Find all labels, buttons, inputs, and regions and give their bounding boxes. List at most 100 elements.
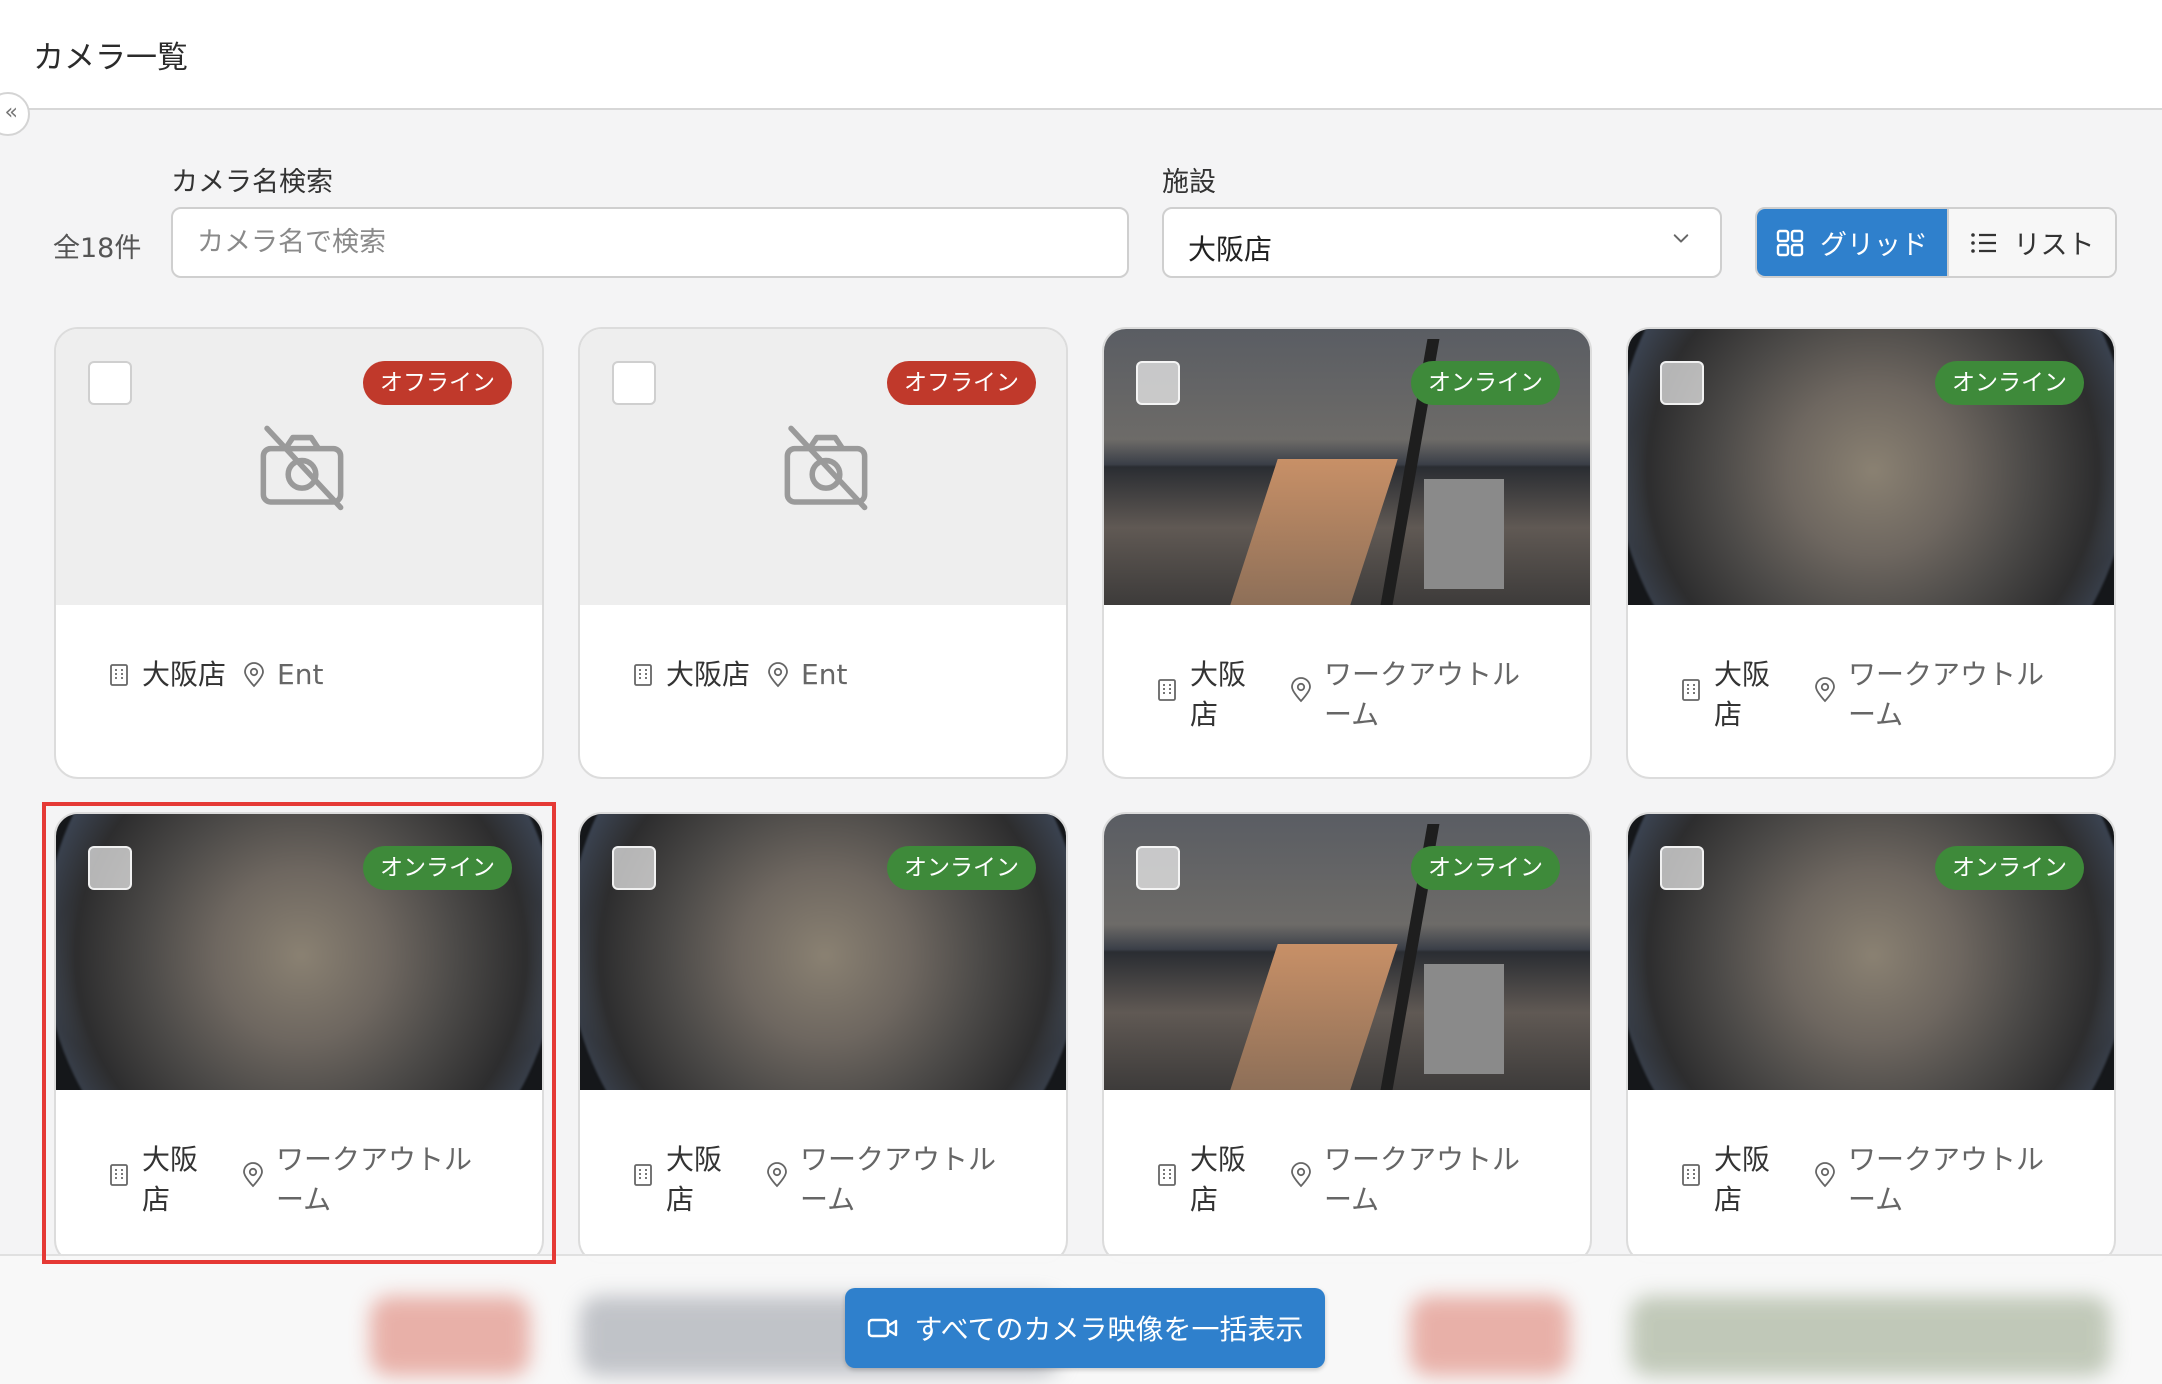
camera-select-checkbox[interactable]: [88, 846, 132, 890]
building-icon: [110, 664, 128, 686]
facility-meta: 大阪店: [1154, 655, 1248, 735]
building-icon: [634, 664, 652, 686]
facility-name: 大阪店: [142, 658, 227, 691]
camera-select-checkbox[interactable]: [612, 846, 656, 890]
location-pin-icon: [1291, 1162, 1311, 1188]
location-pin-icon: [1815, 677, 1835, 703]
building-icon: [1158, 679, 1176, 701]
grid-view-label: グリッド: [1820, 230, 1928, 261]
building-icon: [1682, 679, 1700, 701]
status-badge: オンライン: [887, 846, 1036, 890]
facility-meta: 大阪店: [630, 1140, 724, 1220]
camera-card[interactable]: オンライン 大阪店 ワークアウトルーム: [1626, 327, 2116, 779]
camera-select-checkbox[interactable]: [1136, 361, 1180, 405]
camera-off-icon: [260, 425, 344, 511]
location-pin-icon: [243, 1162, 263, 1188]
location-pin-icon: [1291, 677, 1311, 703]
facility-name: 大阪店: [1190, 658, 1247, 731]
camera-off-icon: [784, 425, 868, 511]
facility-meta: 大阪店: [630, 655, 750, 695]
chevron-down-icon: [1673, 234, 1689, 243]
facility-name: 大阪店: [142, 1143, 199, 1216]
list-view-button[interactable]: リスト: [1947, 209, 2115, 276]
camera-info: 大阪店 Ent: [56, 605, 542, 777]
view-all-cameras-label: すべてのカメラ映像を一括表示: [914, 1313, 1304, 1346]
facility-name: 大阪店: [1714, 658, 1771, 731]
camera-select-checkbox[interactable]: [1660, 361, 1704, 405]
location-meta: ワークアウトルーム: [240, 1140, 482, 1220]
status-badge: オンライン: [1935, 361, 2084, 405]
camera-select-checkbox[interactable]: [1136, 846, 1180, 890]
camera-select-checkbox[interactable]: [88, 361, 132, 405]
location-meta: ワークアウトルーム: [1288, 655, 1530, 735]
location-name: ワークアウトルーム: [1848, 1143, 2045, 1216]
building-icon: [634, 1164, 652, 1186]
search-label: カメラ名検索: [171, 167, 333, 198]
location-name: ワークアウトルーム: [1848, 658, 2045, 731]
page-header: カメラ一覧: [0, 0, 2162, 110]
list-view-label: リスト: [2013, 230, 2095, 261]
camera-search-input[interactable]: [171, 207, 1129, 278]
location-name: Ent: [277, 658, 324, 691]
camera-info: 大阪店 ワークアウトルーム: [1104, 605, 1590, 777]
camera-card[interactable]: オフライン 大阪店 Ent: [578, 327, 1068, 779]
camera-info: 大阪店 ワークアウトルーム: [56, 1090, 542, 1262]
grid-view-button[interactable]: グリッド: [1757, 209, 1947, 276]
facility-name: 大阪店: [1190, 1143, 1247, 1216]
status-badge: オフライン: [887, 361, 1036, 405]
status-badge: オンライン: [1411, 846, 1560, 890]
camera-card[interactable]: オンライン 大阪店 ワークアウトルーム: [1626, 812, 2116, 1264]
facility-meta: 大阪店: [106, 1140, 200, 1220]
result-count: 全18件: [53, 233, 142, 264]
camera-select-checkbox[interactable]: [612, 361, 656, 405]
view-toggle: グリッド リスト: [1755, 207, 2117, 278]
location-pin-icon: [767, 1162, 787, 1188]
status-badge: オンライン: [363, 846, 512, 890]
camera-info: 大阪店 ワークアウトルーム: [1628, 1090, 2114, 1262]
camera-card[interactable]: オンライン 大阪店 ワークアウトルーム: [54, 812, 544, 1264]
camera-info: 大阪店 Ent: [580, 605, 1066, 777]
facility-meta: 大阪店: [1154, 1140, 1248, 1220]
location-name: ワークアウトルーム: [800, 1143, 997, 1216]
camera-card[interactable]: オンライン 大阪店 ワークアウトルーム: [1102, 327, 1592, 779]
facility-meta: 大阪店: [106, 655, 226, 695]
building-icon: [1158, 1164, 1176, 1186]
view-all-cameras-button[interactable]: すべてのカメラ映像を一括表示: [845, 1288, 1325, 1368]
location-meta: Ent: [765, 655, 847, 695]
camera-card[interactable]: オフライン 大阪店 Ent: [54, 327, 544, 779]
status-badge: オンライン: [1411, 361, 1560, 405]
location-name: ワークアウトルーム: [276, 1143, 473, 1216]
location-meta: ワークアウトルーム: [1288, 1140, 1530, 1220]
facility-meta: 大阪店: [1678, 1140, 1772, 1220]
location-pin-icon: [768, 662, 788, 688]
facility-name: 大阪店: [666, 658, 751, 691]
location-name: ワークアウトルーム: [1324, 658, 1521, 731]
camera-card[interactable]: オンライン 大阪店 ワークアウトルーム: [1102, 812, 1592, 1264]
location-name: Ent: [801, 658, 848, 691]
camera-select-checkbox[interactable]: [1660, 846, 1704, 890]
facility-select[interactable]: 大阪店: [1162, 207, 1722, 278]
location-pin-icon: [1815, 1162, 1835, 1188]
location-meta: ワークアウトルーム: [764, 1140, 1006, 1220]
building-icon: [110, 1164, 128, 1186]
facility-meta: 大阪店: [1678, 655, 1772, 735]
location-pin-icon: [244, 662, 264, 688]
location-name: ワークアウトルーム: [1324, 1143, 1521, 1216]
video-camera-icon: [867, 1318, 897, 1338]
facility-name: 大阪店: [1714, 1143, 1771, 1216]
camera-info: 大阪店 ワークアウトルーム: [580, 1090, 1066, 1262]
location-meta: ワークアウトルーム: [1812, 655, 2054, 735]
status-badge: オフライン: [363, 361, 512, 405]
list-icon: [1970, 232, 1996, 253]
location-meta: ワークアウトルーム: [1812, 1140, 2054, 1220]
location-meta: Ent: [241, 655, 323, 695]
page-title: カメラ一覧: [33, 40, 188, 76]
facility-name: 大阪店: [666, 1143, 723, 1216]
camera-info: 大阪店 ワークアウトルーム: [1628, 605, 2114, 777]
grid-icon: [1776, 229, 1804, 256]
building-icon: [1682, 1164, 1700, 1186]
camera-card[interactable]: オンライン 大阪店 ワークアウトルーム: [578, 812, 1068, 1264]
facility-select-value: 大阪店: [1188, 233, 1273, 266]
facility-label: 施設: [1162, 167, 1216, 198]
status-badge: オンライン: [1935, 846, 2084, 890]
